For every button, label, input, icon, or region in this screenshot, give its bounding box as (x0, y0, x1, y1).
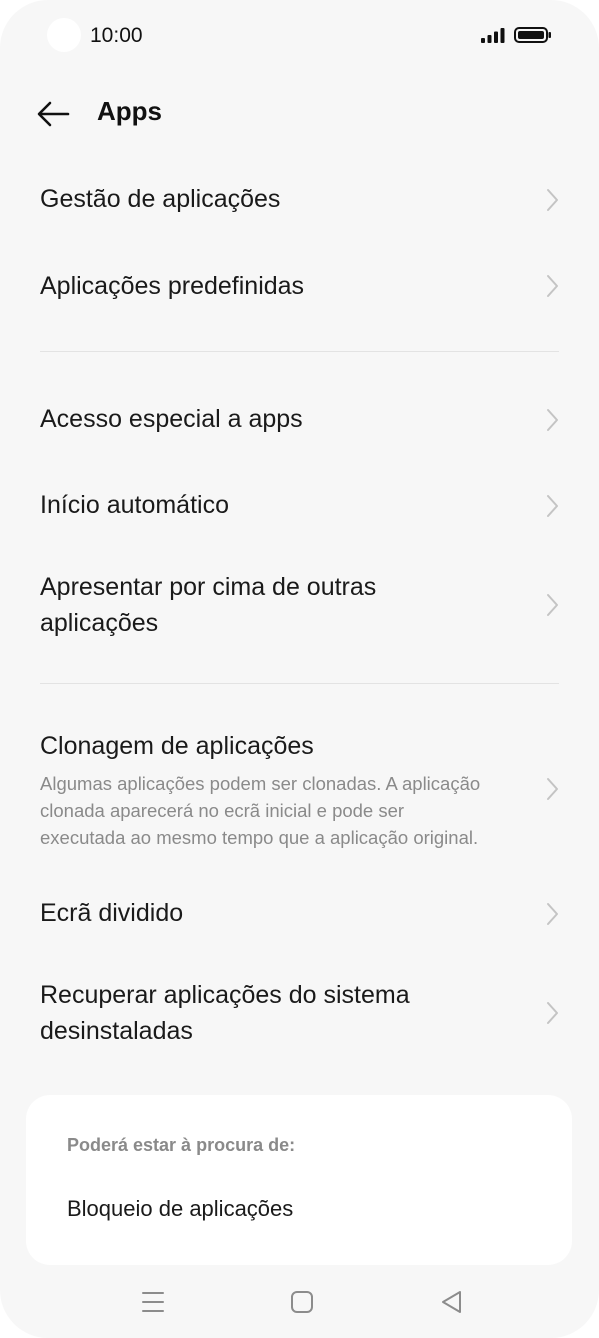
status-bar: 10:00 (0, 0, 599, 70)
chevron-right-icon (547, 189, 558, 211)
menu-item-app-management[interactable]: Gestão de aplicações (0, 170, 599, 230)
menu-item-label: Aplicações predefinidas (40, 272, 305, 300)
suggestion-app-lock[interactable]: Bloqueio de aplicações (67, 1196, 293, 1222)
status-time: 10:00 (90, 24, 143, 47)
section-divider (40, 351, 559, 352)
menu-item-split-screen[interactable]: Ecrã dividido (0, 884, 599, 944)
chevron-right-icon (547, 903, 558, 925)
chevron-right-icon (547, 1002, 558, 1024)
menu-item-label-line-2: desinstaladas (40, 1017, 193, 1045)
suggestion-card: Poderá estar à procura de: Bloqueio de a… (26, 1095, 572, 1265)
menu-item-description-line-1: Algumas aplicações podem ser clonadas. A… (40, 773, 481, 794)
chevron-right-icon (547, 778, 558, 800)
menu-item-recover-system-apps[interactable]: Recuperar aplicações do sistema desinsta… (0, 968, 599, 1058)
back-triangle-icon[interactable] (438, 1288, 466, 1316)
menu-item-label: Ecrã dividido (40, 899, 184, 927)
navigation-bar (0, 1270, 599, 1338)
menu-item-description-line-2: clonada aparecerá no ecrã inicial e pode… (40, 800, 405, 821)
menu-item-label-line-1: Apresentar por cima de outras (40, 573, 377, 601)
menu-item-app-cloning[interactable]: Clonagem de aplicações Algumas aplicaçõe… (0, 725, 599, 853)
menu-item-label: Clonagem de aplicações (40, 732, 314, 760)
chevron-right-icon (547, 594, 558, 616)
menu-item-label: Gestão de aplicações (40, 185, 281, 213)
chevron-right-icon (547, 495, 558, 517)
page-title: Apps (97, 96, 162, 126)
menu-item-auto-start[interactable]: Início automático (0, 476, 599, 536)
signal-icon (481, 28, 505, 43)
app-header: Apps (0, 86, 599, 142)
chevron-right-icon (547, 275, 558, 297)
front-camera (47, 18, 81, 52)
arrow-left-icon[interactable] (34, 96, 74, 132)
phone-screen: 10:00 Apps Gestão de aplicações Aplicaçõ… (0, 0, 599, 1338)
menu-item-special-access[interactable]: Acesso especial a apps (0, 390, 599, 450)
home-icon[interactable] (288, 1288, 316, 1316)
chevron-right-icon (547, 409, 558, 431)
menu-item-label-line-1: Recuperar aplicações do sistema (40, 981, 410, 1009)
suggestion-heading: Poderá estar à procura de: (67, 1135, 296, 1155)
menu-item-default-apps[interactable]: Aplicações predefinidas (0, 256, 599, 316)
menu-item-label: Acesso especial a apps (40, 405, 303, 433)
menu-icon[interactable] (139, 1288, 167, 1316)
battery-icon (514, 27, 551, 43)
menu-item-label: Início automático (40, 491, 229, 519)
section-divider (40, 683, 559, 684)
menu-item-display-over-apps[interactable]: Apresentar por cima de outras aplicações (0, 560, 599, 650)
menu-item-label-line-2: aplicações (40, 609, 159, 637)
menu-item-description-line-3: executada ao mesmo tempo que a aplicação… (40, 827, 479, 848)
